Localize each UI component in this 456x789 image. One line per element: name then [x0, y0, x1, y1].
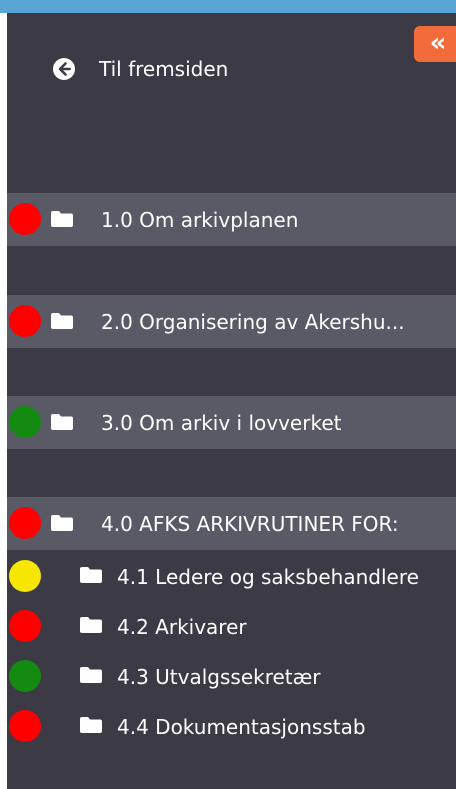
sidebar-screen: « Til fremsiden 1.0 Om arkivplanen 2.0 O…	[0, 0, 456, 789]
status-dot-green	[9, 660, 41, 692]
status-dot-red	[9, 305, 41, 337]
status-dot-green	[9, 406, 41, 438]
folder-icon	[51, 211, 73, 227]
status-dot-red	[9, 203, 41, 235]
double-chevron-left-icon: «	[429, 28, 447, 58]
nav-item-label: 1.0 Om arkivplanen	[101, 207, 299, 232]
nav-item-label: 4.4 Dokumentasjonsstab	[117, 714, 366, 739]
folder-icon	[51, 313, 73, 329]
status-dot-red	[9, 610, 41, 642]
nav-item-4-0[interactable]: 4.0 AFKS ARKIVRUTINER FOR:	[7, 497, 456, 550]
back-to-frontpage-link[interactable]: Til fremsiden	[52, 55, 228, 83]
nav-item-3-0[interactable]: 3.0 Om arkiv i lovverket	[7, 396, 456, 449]
folder-icon	[80, 667, 102, 683]
nav-item-label: 3.0 Om arkiv i lovverket	[101, 410, 342, 435]
folder-icon	[51, 414, 73, 430]
folder-icon	[51, 515, 73, 531]
status-dot-yellow	[9, 560, 41, 592]
nav-item-label: 4.1 Ledere og saksbehandlere	[117, 564, 419, 589]
nav-item-label: 4.3 Utvalgssekretær	[117, 664, 321, 689]
nav-item-2-0[interactable]: 2.0 Organisering av Akershu...	[7, 295, 456, 348]
status-dot-red	[9, 507, 41, 539]
collapse-sidebar-button[interactable]: «	[414, 26, 456, 62]
nav-item-label: 4.2 Arkivarer	[117, 614, 247, 639]
nav-item-4-4[interactable]: 4.4 Dokumentasjonsstab	[7, 700, 456, 753]
arrow-circle-left-icon	[53, 58, 75, 80]
folder-icon	[80, 617, 102, 633]
nav-item-4-2[interactable]: 4.2 Arkivarer	[7, 600, 456, 653]
status-dot-red	[9, 710, 41, 742]
nav-item-1-0[interactable]: 1.0 Om arkivplanen	[7, 193, 456, 246]
folder-icon	[80, 567, 102, 583]
folder-icon	[80, 717, 102, 733]
nav-item-4-3[interactable]: 4.3 Utvalgssekretær	[7, 650, 456, 703]
nav-item-4-1[interactable]: 4.1 Ledere og saksbehandlere	[7, 550, 456, 603]
nav-item-label: 2.0 Organisering av Akershu...	[101, 309, 405, 334]
nav-item-label: 4.0 AFKS ARKIVRUTINER FOR:	[101, 511, 399, 536]
back-link-label: Til fremsiden	[99, 57, 229, 81]
top-accent-bar	[0, 0, 456, 13]
